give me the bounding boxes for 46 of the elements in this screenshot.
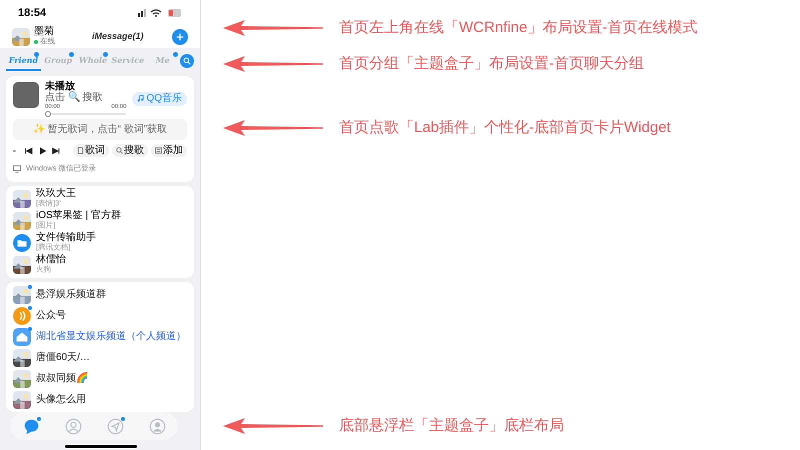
chat-row[interactable]: 唐僵60天/… — [13, 347, 187, 368]
action-chip[interactable]: 搜歌 — [112, 144, 148, 157]
lyrics-box: ✨ 暂无歌词，点击“ 歌词”获取 — [13, 119, 187, 140]
chat-name: 悬浮娱乐频道群 — [36, 288, 106, 302]
search-icon — [116, 147, 123, 154]
chat-name: iOS苹果签 | 官方群 — [36, 211, 121, 221]
chat-name: 头像怎么用 — [36, 392, 86, 407]
action-chip[interactable]: 添加 — [151, 144, 187, 157]
chat-name: 湖北省显文娱乐频道（个人频道） — [36, 330, 186, 344]
status-time: 18:54 — [18, 6, 46, 21]
chat-name: 玖玖大王 — [36, 189, 76, 199]
chat-row[interactable]: 湖北省显文娱乐频道（个人频道） — [13, 326, 187, 347]
annotation-text: 首页分组「主题盒子」布局设置-首页聊天分组 — [339, 54, 644, 74]
profile-icon[interactable] — [148, 418, 166, 434]
chat-name: 林儒怡 — [36, 255, 66, 265]
chat-name: 唐僵60天/… — [36, 350, 90, 365]
chat-name: 文件传输助手 — [36, 233, 96, 243]
music-note-icon — [137, 95, 144, 102]
chat-name: 公众号 — [36, 309, 66, 323]
add-button[interactable] — [172, 29, 188, 45]
chat-row[interactable]: 叔叔同频🌈 — [13, 368, 187, 389]
search-button[interactable] — [180, 54, 194, 68]
chat-name: 叔叔同频🌈 — [36, 371, 88, 386]
chat-row[interactable]: 公众号 — [13, 305, 187, 326]
album-cover — [13, 82, 39, 108]
search-icon — [182, 57, 191, 65]
chat-row[interactable]: 悬浮娱乐频道群 — [13, 284, 187, 305]
contact-icon[interactable] — [64, 418, 82, 434]
song-title: 未播放 — [45, 82, 75, 92]
progress-thumb[interactable] — [45, 111, 51, 117]
status-icons — [138, 8, 182, 18]
home-indicator — [65, 445, 137, 448]
plus-icon — [176, 33, 184, 41]
monitor-icon — [13, 164, 21, 172]
window-title: iMessage(1) — [92, 30, 144, 44]
annotation-text: 底部悬浮栏「主题盒子」底栏布局 — [339, 416, 564, 436]
user-name: 墨菊 — [34, 27, 55, 37]
annotation-text: 首页点歌「Lab插件」个性化-底部首页卡片Widget — [339, 118, 671, 138]
document-icon — [77, 147, 84, 154]
chat-icon[interactable] — [22, 418, 40, 434]
navigation-icon[interactable] — [106, 418, 124, 434]
playlist-icon — [155, 147, 162, 154]
action-chip[interactable]: 歌词 — [73, 144, 109, 157]
chat-row[interactable]: 头像怎么用 — [13, 389, 187, 410]
annotation-text: 首页左上角在线「WCRnfine」布局设置-首页在线模式 — [339, 18, 698, 38]
search-hint: 点击 🔍 搜歌 — [45, 93, 104, 103]
